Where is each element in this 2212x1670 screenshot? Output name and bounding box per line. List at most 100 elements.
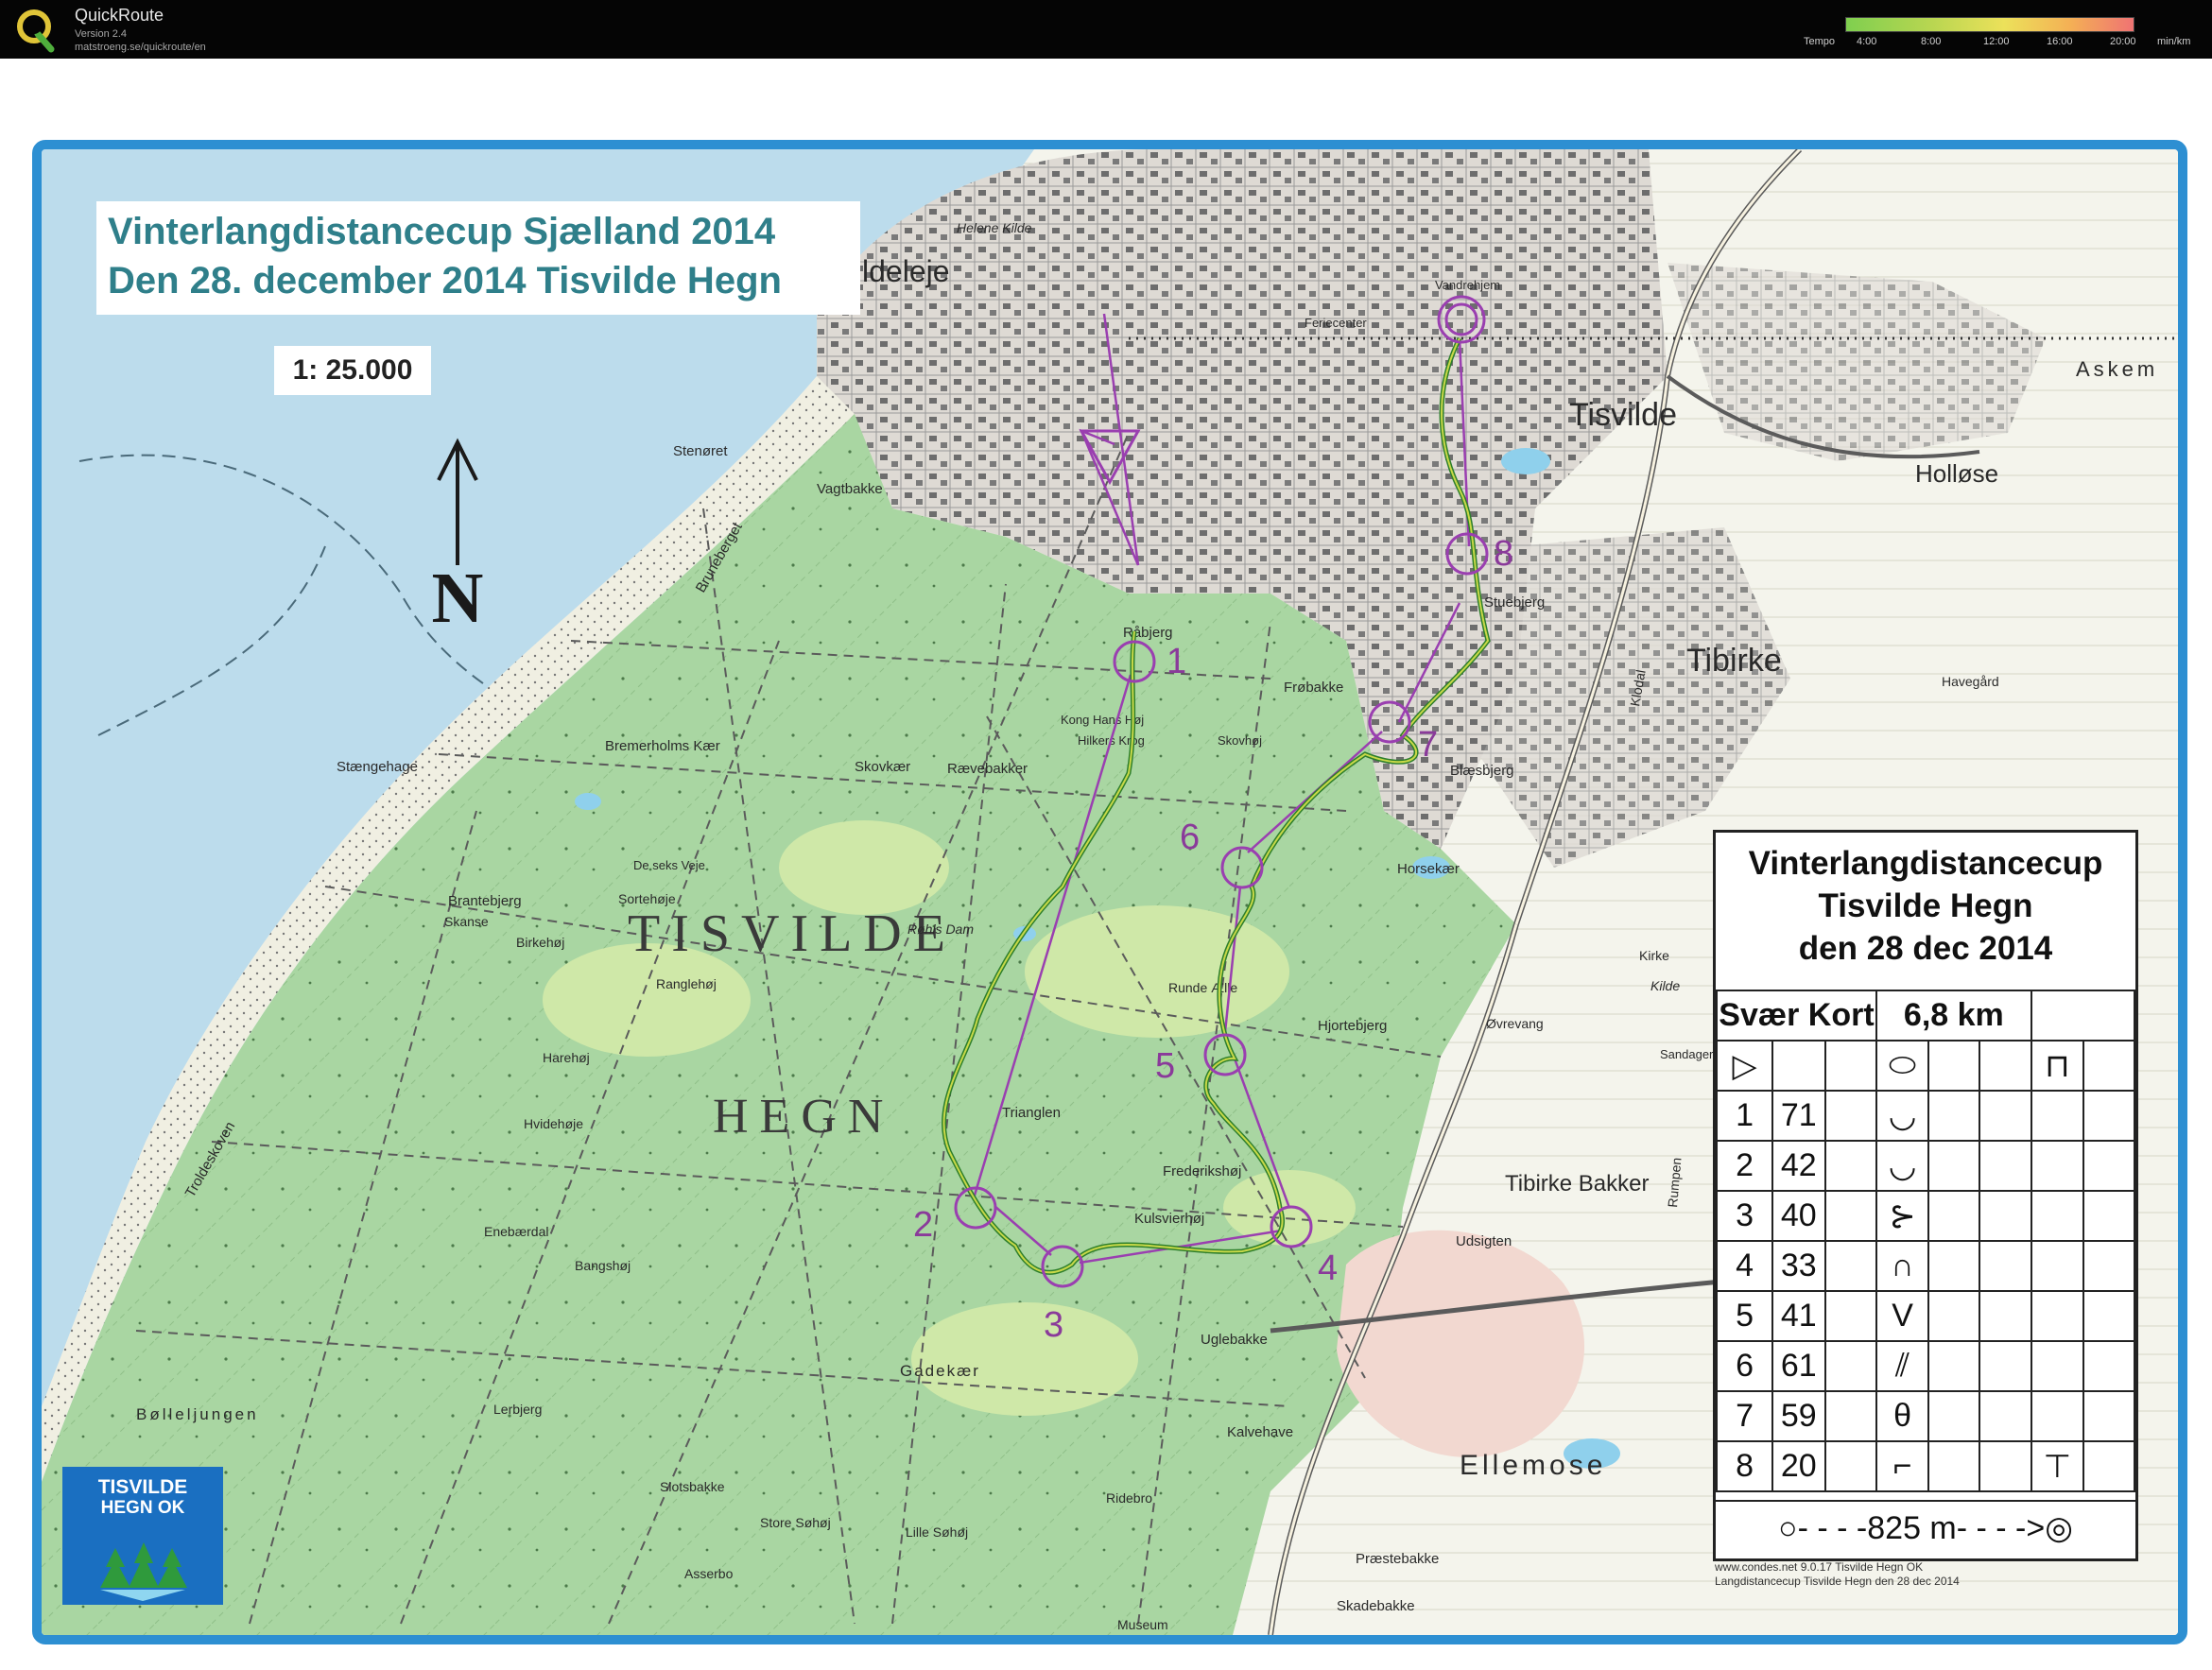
control-description-sheet: Vinterlangdistancecup Tisvilde Hegn den … bbox=[1713, 830, 2138, 1561]
place-gadekaer: Gadekær bbox=[900, 1362, 980, 1380]
clearing bbox=[911, 1302, 1138, 1416]
place-museum: Museum bbox=[1117, 1617, 1168, 1632]
tempo-tick: 8:00 bbox=[1921, 36, 1942, 47]
place-slotsbakke: Slotsbakke bbox=[660, 1479, 725, 1494]
place-horsekaer: Horsekær bbox=[1397, 861, 1460, 877]
tempo-unit: min/km bbox=[2157, 36, 2191, 47]
map-title-box: Vinterlangdistancecup Sjælland 2014 Den … bbox=[96, 201, 860, 315]
place-staengehage: Stængehage bbox=[337, 759, 418, 775]
place-frobakke: Frøbakke bbox=[1284, 680, 1343, 696]
place-bremerholms-kaer: Bremerholms Kær bbox=[605, 738, 720, 754]
desc-control-num: 3 bbox=[1715, 1190, 1774, 1242]
place-store-sohoej: Store Søhøj bbox=[760, 1515, 831, 1530]
desc-control-num: 4 bbox=[1715, 1240, 1774, 1292]
tempo-tick: 12:00 bbox=[1983, 36, 2010, 47]
feature-symbol-icon: ⊱ bbox=[1875, 1190, 1930, 1242]
place-stuebjerg: Stuebjerg bbox=[1484, 594, 1545, 611]
place-praestebakke: Præstebakke bbox=[1356, 1551, 1439, 1567]
quickroute-logo-icon bbox=[17, 9, 55, 53]
feature-symbol-icon: ⫽ bbox=[1875, 1340, 1930, 1392]
desc-length: 6,8 km bbox=[1875, 990, 2032, 1042]
desc-control-code: 33 bbox=[1771, 1240, 1826, 1292]
desc-control-code: 59 bbox=[1771, 1390, 1826, 1442]
place-de-seks-veje: De seks Veje bbox=[633, 858, 705, 872]
place-kalvehave: Kalvehave bbox=[1227, 1424, 1293, 1440]
place-kirke: Kirke bbox=[1639, 948, 1669, 963]
control-number-6: 6 bbox=[1180, 818, 1200, 857]
place-skanse: Skanse bbox=[444, 914, 489, 929]
map-title-line1: Vinterlangdistancecup Sjælland 2014 bbox=[108, 211, 776, 252]
app-url[interactable]: matstroeng.se/quickroute/en bbox=[75, 42, 206, 53]
control8-extra-icon: ⊤ bbox=[2030, 1440, 2084, 1492]
place-hvidehoeje: Hvidehøje bbox=[524, 1116, 583, 1131]
start-extra-icon: ⊓ bbox=[2030, 1040, 2084, 1092]
desc-control-row: 4 33 ∩ bbox=[1715, 1240, 2136, 1292]
place-havegard: Havegård bbox=[1942, 674, 1999, 689]
place-vandrehjem: Vandrehjem bbox=[1435, 278, 1500, 292]
feature-symbol-icon: ◡ bbox=[1875, 1140, 1930, 1192]
club-logo-line2: HEGN OK bbox=[100, 1498, 185, 1518]
clearing bbox=[1025, 905, 1289, 1038]
app-version: Version 2.4 bbox=[75, 28, 128, 40]
place-kilde: Kilde bbox=[1650, 978, 1680, 993]
trees-icon bbox=[100, 1542, 187, 1601]
desc-control-code: 40 bbox=[1771, 1190, 1826, 1242]
desc-control-row: 3 40 ⊱ bbox=[1715, 1190, 2136, 1242]
desc-control-num: 2 bbox=[1715, 1140, 1774, 1192]
desc-course-row: Svær Kort 6,8 km bbox=[1716, 990, 2136, 1042]
app-name: QuickRoute bbox=[75, 6, 164, 25]
start-feature-icon: ⬭ bbox=[1875, 1040, 1930, 1092]
desc-title-line1: Vinterlangdistancecup bbox=[1748, 845, 2103, 882]
place-harehoej: Harehøj bbox=[543, 1050, 590, 1065]
tempo-tick: 16:00 bbox=[2047, 36, 2073, 47]
place-runde-aelle: Runde Ælle bbox=[1168, 980, 1237, 995]
desc-control-code: 61 bbox=[1771, 1340, 1826, 1392]
place-skovhoj: Skovhøj bbox=[1218, 733, 1262, 748]
control-number-8: 8 bbox=[1494, 534, 1513, 574]
desc-control-row: 5 41 V bbox=[1715, 1290, 2136, 1342]
desc-control-num: 5 bbox=[1715, 1290, 1774, 1342]
place-feriecenter: Feriecenter bbox=[1305, 316, 1367, 330]
place-birkehoej: Birkehøj bbox=[516, 935, 564, 950]
place-ridebro: Ridebro bbox=[1106, 1490, 1152, 1506]
credit-line2: Langdistancecup Tisvilde Hegn den 28 dec… bbox=[1715, 1575, 1960, 1588]
place-ranglehoej: Ranglehøj bbox=[656, 976, 717, 991]
desc-control-code: 41 bbox=[1771, 1290, 1826, 1342]
desc-table: Svær Kort 6,8 km ▷ ⬭ ⊓ 1 71 ◡ 2 42 ◡ 3 4… bbox=[1715, 990, 2136, 1492]
desc-start-row: ▷ ⬭ ⊓ bbox=[1715, 1040, 2136, 1092]
place-enebaerdal: Enebærdal bbox=[484, 1224, 549, 1239]
area-label-hegn: HEGN bbox=[713, 1090, 894, 1144]
feature-symbol-icon: V bbox=[1875, 1290, 1930, 1342]
tempo-label: Tempo bbox=[1804, 36, 1836, 47]
desc-control-code: 42 bbox=[1771, 1140, 1826, 1192]
place-ellemose: Ellemose bbox=[1460, 1450, 1606, 1481]
desc-control-num: 8 bbox=[1715, 1440, 1774, 1492]
control-number-2: 2 bbox=[913, 1205, 933, 1245]
place-hjortebjerg: Hjortebjerg bbox=[1318, 1018, 1387, 1034]
map-credit: www.condes.net 9.0.17 Tisvilde Hegn OK L… bbox=[1715, 1560, 2150, 1589]
place-asserbo: Asserbo bbox=[684, 1566, 734, 1581]
desc-course: Svær Kort bbox=[1716, 990, 1877, 1042]
tempo-tick: 4:00 bbox=[1857, 36, 1877, 47]
desc-control-num: 7 bbox=[1715, 1390, 1774, 1442]
map-scale: 1: 25.000 bbox=[274, 346, 431, 395]
north-label: N bbox=[432, 559, 484, 638]
desc-title-line2: Tisvilde Hegn bbox=[1818, 887, 2033, 924]
place-tibirke: Tibirke bbox=[1686, 643, 1782, 679]
desc-control-num: 1 bbox=[1715, 1090, 1774, 1142]
place-holloese: Holløse bbox=[1915, 459, 1998, 488]
desc-control-num: 6 bbox=[1715, 1340, 1774, 1392]
map-title-line2: Den 28. december 2014 Tisvilde Hegn bbox=[108, 260, 782, 301]
tempo-gradient bbox=[1845, 17, 2134, 32]
map-canvas[interactable]: N TISVILDE HEGN Tisvilde Tibirke Holløse… bbox=[32, 140, 2187, 1644]
tempo-legend: Tempo 4:00 8:00 12:00 16:00 20:00 min/km bbox=[1804, 15, 2204, 53]
place-lerbjerg: Lerbjerg bbox=[493, 1402, 542, 1417]
desc-control-row: 2 42 ◡ bbox=[1715, 1140, 2136, 1192]
place-bolleljungen: Bølleljungen bbox=[136, 1405, 259, 1423]
desc-title-line3: den 28 dec 2014 bbox=[1798, 930, 2053, 967]
club-logo: TISVILDE HEGN OK bbox=[62, 1467, 223, 1605]
desc-finish: ○- - - -825 m- - - ->◎ bbox=[1778, 1510, 2073, 1546]
place-tibirke-bakker: Tibirke Bakker bbox=[1505, 1171, 1649, 1197]
place-ldeleje: ldeleje bbox=[862, 254, 950, 288]
place-kulsvierhoj: Kulsvierhøj bbox=[1134, 1211, 1204, 1227]
